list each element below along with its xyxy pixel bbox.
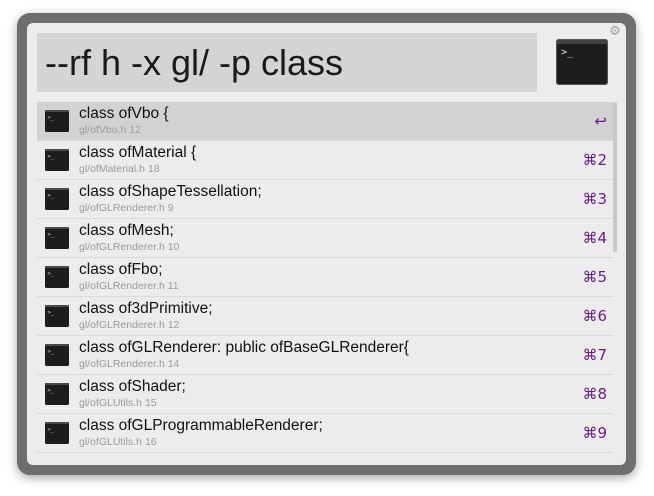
result-subtitle: gl/ofGLRenderer.h 12 bbox=[79, 319, 180, 331]
result-subtitle: gl/ofGLRenderer.h 11 bbox=[79, 280, 179, 292]
list-item[interactable]: >_ class ofVbo { gl/ofVbo.h 12 ↩ bbox=[37, 102, 613, 141]
result-subtitle: gl/ofVbo.h 12 bbox=[79, 124, 141, 136]
result-subtitle: gl/ofGLRenderer.h 10 bbox=[79, 241, 180, 253]
result-subtitle: gl/ofGLRenderer.h 9 bbox=[79, 202, 174, 214]
search-input[interactable]: --rf h -x gl/ -p class bbox=[37, 33, 537, 92]
shortcut-label: ⌘5 bbox=[582, 268, 607, 286]
list-item[interactable]: >_ class ofFbo; gl/ofGLRenderer.h 11 ⌘5 bbox=[37, 258, 613, 297]
result-title: class ofMaterial { bbox=[79, 144, 197, 161]
list-item[interactable]: >_ class ofShader; gl/ofGLUtils.h 15 ⌘8 bbox=[37, 375, 613, 414]
terminal-icon: >_ bbox=[45, 266, 69, 288]
result-title: class of3dPrimitive; bbox=[79, 300, 213, 317]
result-subtitle: gl/ofGLRenderer.h 14 bbox=[79, 358, 180, 370]
result-title: class ofShapeTessellation; bbox=[79, 183, 262, 200]
result-title: class ofMesh; bbox=[79, 222, 174, 239]
shortcut-label: ⌘6 bbox=[582, 307, 607, 325]
svg-text:>_: >_ bbox=[561, 47, 574, 58]
terminal-icon: >_ bbox=[45, 305, 69, 327]
terminal-icon: >_ bbox=[556, 39, 608, 85]
result-title: class ofGLProgrammableRenderer; bbox=[79, 417, 323, 434]
shortcut-label: ⌘3 bbox=[582, 190, 607, 208]
terminal-icon: >_ bbox=[45, 344, 69, 366]
list-item[interactable]: >_ class ofGLProgrammableRenderer; gl/ofGL… bbox=[37, 414, 613, 453]
shortcut-label: ⌘7 bbox=[582, 346, 607, 364]
terminal-icon: >_ bbox=[45, 188, 69, 210]
launcher-panel: ⚙ --rf h -x gl/ -p class >_ >_class ofVb… bbox=[27, 23, 626, 465]
terminal-icon: >_ bbox=[45, 110, 69, 132]
list-item[interactable]: >_ class ofMesh; gl/ofGLRenderer.h 10 ⌘4 bbox=[37, 219, 613, 258]
gear-icon[interactable]: ⚙ bbox=[608, 25, 622, 39]
result-subtitle: gl/ofMaterial.h 18 bbox=[79, 163, 160, 175]
svg-text:>_: >_ bbox=[48, 271, 55, 277]
list-item[interactable]: >_ class ofMaterial { gl/ofMaterial.h 18 ⌘2 bbox=[37, 141, 613, 180]
result-title: class ofGLRenderer: public ofBaseGLRende… bbox=[79, 339, 409, 356]
list-item[interactable]: >_ class of3dPrimitive; gl/ofGLRenderer.h … bbox=[37, 297, 613, 336]
return-arrow-icon: ↩ bbox=[594, 112, 607, 130]
shortcut-label: ⌘8 bbox=[582, 385, 607, 403]
result-title: class ofFbo; bbox=[79, 261, 163, 278]
results-list: >_ class ofVbo {gl/ofVbo.h 12 ↩ >_ class ofM… bbox=[37, 102, 613, 462]
list-item[interactable]: >_ class ofShapeTessellation; gl/ofGLRende… bbox=[37, 180, 613, 219]
svg-text:>_: >_ bbox=[48, 154, 55, 160]
terminal-icon: >_ bbox=[45, 149, 69, 171]
svg-text:>_: >_ bbox=[48, 310, 55, 316]
terminal-icon: >_ bbox=[45, 422, 69, 444]
result-title: class ofVbo { bbox=[79, 105, 169, 122]
terminal-icon: >_ bbox=[45, 383, 69, 405]
scrollbar[interactable] bbox=[613, 102, 617, 252]
launcher-window: ⚙ --rf h -x gl/ -p class >_ >_class ofVb… bbox=[17, 13, 636, 475]
result-title: class ofShader; bbox=[79, 378, 186, 395]
result-subtitle: gl/ofGLUtils.h 15 bbox=[79, 397, 157, 409]
shortcut-label: ⌘9 bbox=[582, 424, 607, 442]
shortcut-label: ⌘2 bbox=[582, 151, 607, 169]
shortcut-label: ⌘4 bbox=[582, 229, 607, 247]
list-item[interactable]: >_ class ofGLRenderer: public ofBaseGLRen… bbox=[37, 336, 613, 375]
result-subtitle: gl/ofGLUtils.h 16 bbox=[79, 436, 157, 448]
svg-text:>_: >_ bbox=[48, 349, 55, 355]
terminal-icon: >_ bbox=[45, 227, 69, 249]
svg-text:>_: >_ bbox=[48, 115, 55, 121]
svg-text:>_: >_ bbox=[48, 388, 55, 394]
svg-text:>_: >_ bbox=[48, 193, 55, 199]
svg-text:>_: >_ bbox=[48, 427, 55, 433]
svg-text:>_: >_ bbox=[48, 232, 55, 238]
